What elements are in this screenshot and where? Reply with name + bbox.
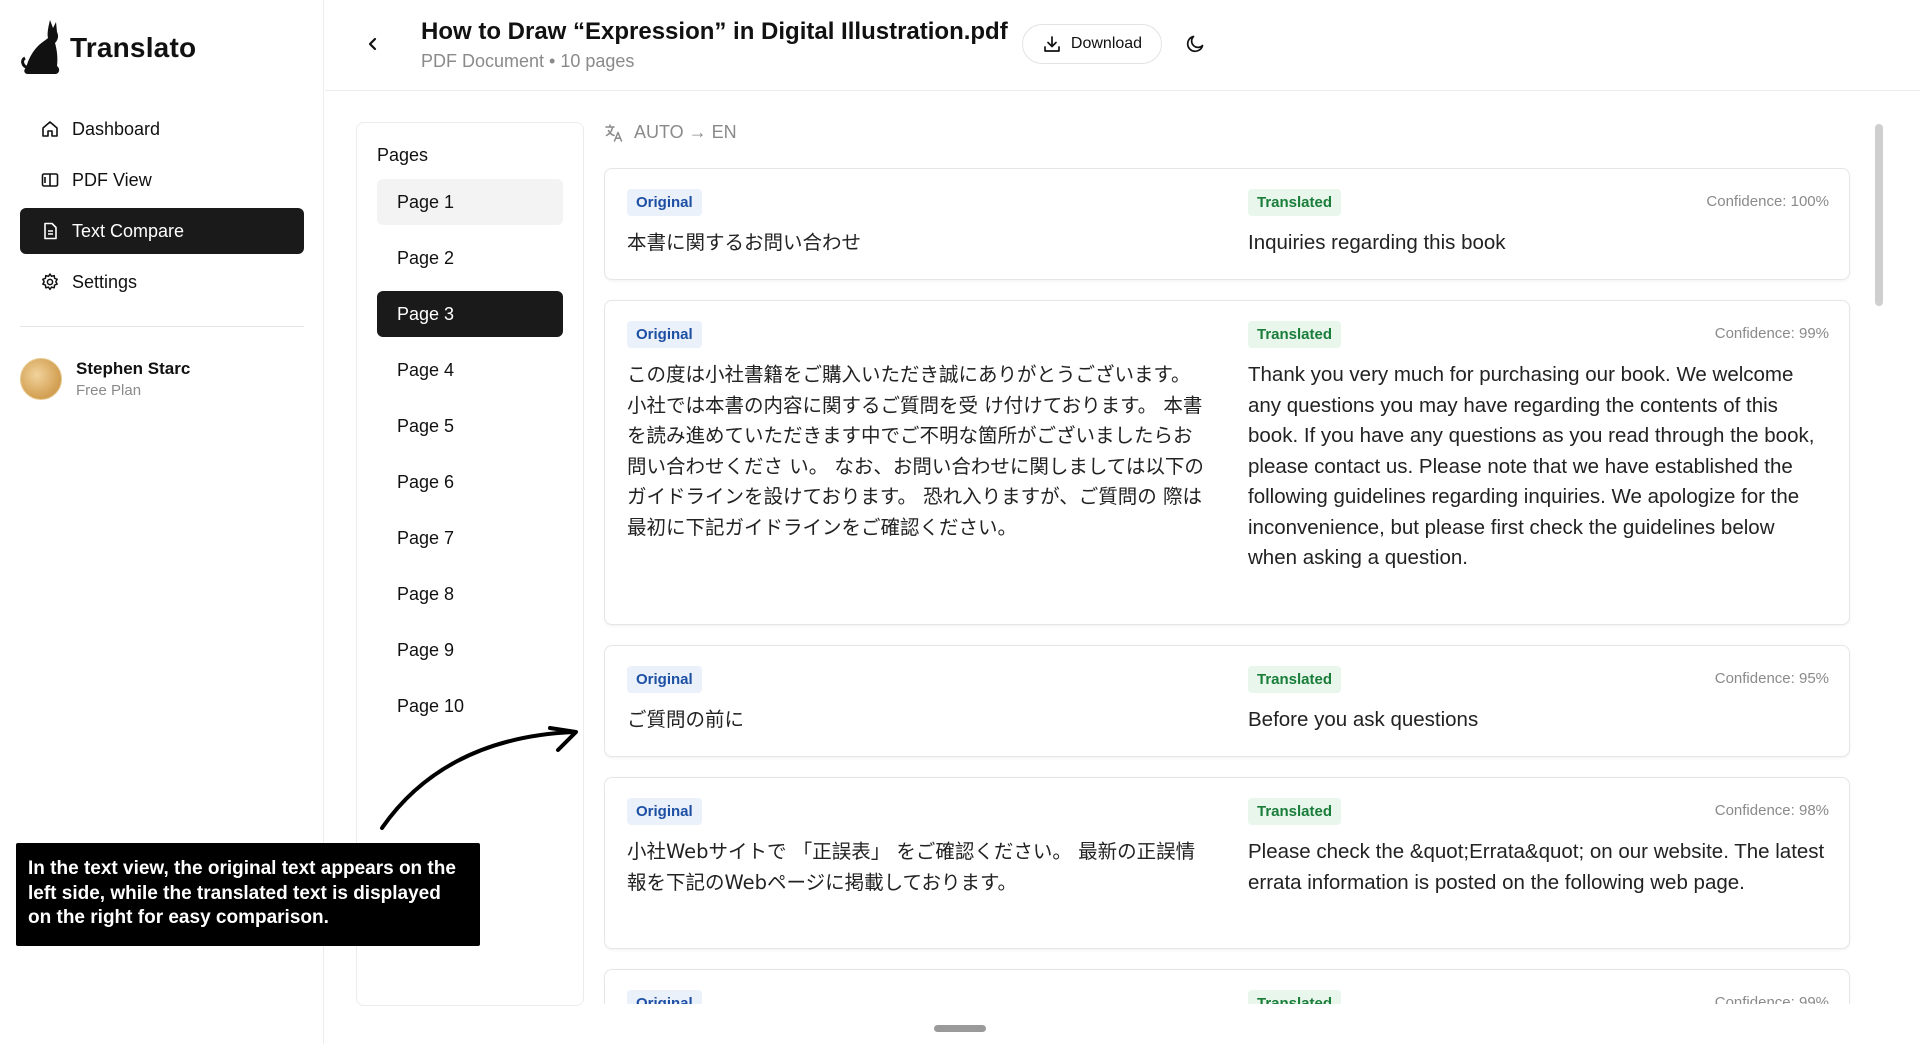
translated-badge: Translated xyxy=(1248,990,1342,1004)
original-badge: Original xyxy=(627,798,702,825)
chevron-left-icon[interactable] xyxy=(366,34,380,54)
original-text: ご質問の前に xyxy=(627,708,745,731)
book-open-icon xyxy=(41,173,59,187)
user-name: Stephen Starc xyxy=(76,359,191,378)
translated-badge: Translated xyxy=(1248,666,1342,693)
compare-block: Original 小社Webサイトで 「正誤表」 をご確認ください。 最新の正誤… xyxy=(604,777,1850,949)
confidence-score: Confidence: 100% xyxy=(1706,193,1829,210)
language-label: AUTO → EN xyxy=(634,122,737,142)
page-item-8[interactable]: Page 8 xyxy=(377,571,563,617)
pages-title: Pages xyxy=(377,145,429,165)
brand-name: Translato xyxy=(70,32,197,63)
sidebar-nav: Dashboard PDF View Text Compare Settings xyxy=(20,106,304,310)
resize-handle[interactable] xyxy=(934,1025,986,1032)
original-badge: Original xyxy=(627,189,702,216)
sidebar-item-label: PDF View xyxy=(72,169,152,190)
confidence-score: Confidence: 99% xyxy=(1714,325,1829,342)
page-item-7[interactable]: Page 7 xyxy=(377,515,563,561)
document-text-icon xyxy=(44,222,57,240)
sidebar-item-settings[interactable]: Settings xyxy=(20,259,304,305)
original-badge: Original xyxy=(627,666,702,693)
translated-text: Please check the &quot;Errata&quot; on o… xyxy=(1248,840,1825,894)
sidebar-item-pdf-view[interactable]: PDF View xyxy=(20,157,304,203)
download-button[interactable]: Download xyxy=(1022,24,1162,64)
translate-icon xyxy=(605,123,623,142)
page-item-3[interactable]: Page 3 xyxy=(377,291,563,337)
sidebar-item-text-compare[interactable]: Text Compare xyxy=(20,208,304,254)
document-header: How to Draw “Expression” in Digital Illu… xyxy=(325,0,1920,91)
compare-block: Original Translated Confidence: 99% xyxy=(604,969,1850,1004)
moon-icon[interactable] xyxy=(1185,32,1207,54)
text-compare-list: Original 本書に関するお問い合わせ Translated Inquiri… xyxy=(604,168,1851,1004)
scrollbar-thumb[interactable] xyxy=(1875,124,1883,306)
sidebar-item-label: Settings xyxy=(72,271,138,292)
tooltip: In the text view, the original text appe… xyxy=(16,843,480,946)
page-title: How to Draw “Expression” in Digital Illu… xyxy=(421,18,1008,45)
avatar xyxy=(20,358,62,400)
user-profile[interactable]: Stephen Starc Free Plan xyxy=(20,358,190,400)
document-meta: PDF Document • 10 pages xyxy=(421,51,635,71)
translated-text: Before you ask questions xyxy=(1248,708,1479,731)
download-icon xyxy=(1044,36,1060,52)
compare-block: Original ご質問の前に Translated Before you as… xyxy=(604,645,1850,757)
original-text: この度は小社書籍をご購入いただき誠にありがとうございます。 小社では本書の内容に… xyxy=(627,363,1204,539)
gear-icon xyxy=(42,273,58,291)
page-item-1[interactable]: Page 1 xyxy=(377,179,563,225)
original-column: Original ご質問の前に xyxy=(627,666,1207,736)
page-item-4[interactable]: Page 4 xyxy=(377,347,563,393)
translated-text: Thank you very much for purchasing our b… xyxy=(1248,363,1815,569)
page-list: Page 1 Page 2 Page 3 Page 4 Page 5 Page … xyxy=(377,179,563,739)
original-column: Original 小社Webサイトで 「正誤表」 をご確認ください。 最新の正誤… xyxy=(627,798,1207,898)
compare-block: Original 本書に関するお問い合わせ Translated Inquiri… xyxy=(604,168,1850,280)
page-item-10[interactable]: Page 10 xyxy=(377,683,563,729)
original-badge: Original xyxy=(627,321,702,348)
original-column: Original xyxy=(627,990,1207,1004)
cat-icon xyxy=(21,20,60,74)
confidence-score: Confidence: 98% xyxy=(1714,802,1829,819)
translated-badge: Translated xyxy=(1248,189,1342,216)
page-item-9[interactable]: Page 9 xyxy=(377,627,563,673)
brand[interactable]: Translato xyxy=(20,18,196,78)
page-item-6[interactable]: Page 6 xyxy=(377,459,563,505)
confidence-score: Confidence: 95% xyxy=(1714,670,1829,687)
original-badge: Original xyxy=(627,990,702,1004)
home-icon xyxy=(42,121,58,137)
original-text: 小社Webサイトで 「正誤表」 をご確認ください。 最新の正誤情報を下記のWeb… xyxy=(627,840,1196,894)
original-column: Original この度は小社書籍をご購入いただき誠にありがとうございます。 小… xyxy=(627,321,1207,543)
original-column: Original 本書に関するお問い合わせ xyxy=(627,189,1207,259)
sidebar-item-label: Dashboard xyxy=(72,118,161,139)
user-plan: Free Plan xyxy=(76,382,142,399)
download-label: Download xyxy=(1070,35,1143,52)
translated-text: Inquiries regarding this book xyxy=(1248,231,1506,254)
language-indicator: AUTO → EN xyxy=(604,122,737,143)
compare-block: Original この度は小社書籍をご購入いただき誠にありがとうございます。 小… xyxy=(604,300,1850,625)
sidebar-item-dashboard[interactable]: Dashboard xyxy=(20,106,304,152)
translated-badge: Translated xyxy=(1248,321,1342,348)
translated-column: Translated Thank you very much for purch… xyxy=(1248,321,1828,574)
page-item-2[interactable]: Page 2 xyxy=(377,235,563,281)
sidebar-item-label: Text Compare xyxy=(72,220,185,241)
original-text: 本書に関するお問い合わせ xyxy=(627,231,862,254)
sidebar-divider xyxy=(20,326,304,327)
translated-badge: Translated xyxy=(1248,798,1342,825)
confidence-score: Confidence: 99% xyxy=(1714,994,1829,1004)
annotation-arrow xyxy=(380,726,578,830)
page-item-5[interactable]: Page 5 xyxy=(377,403,563,449)
